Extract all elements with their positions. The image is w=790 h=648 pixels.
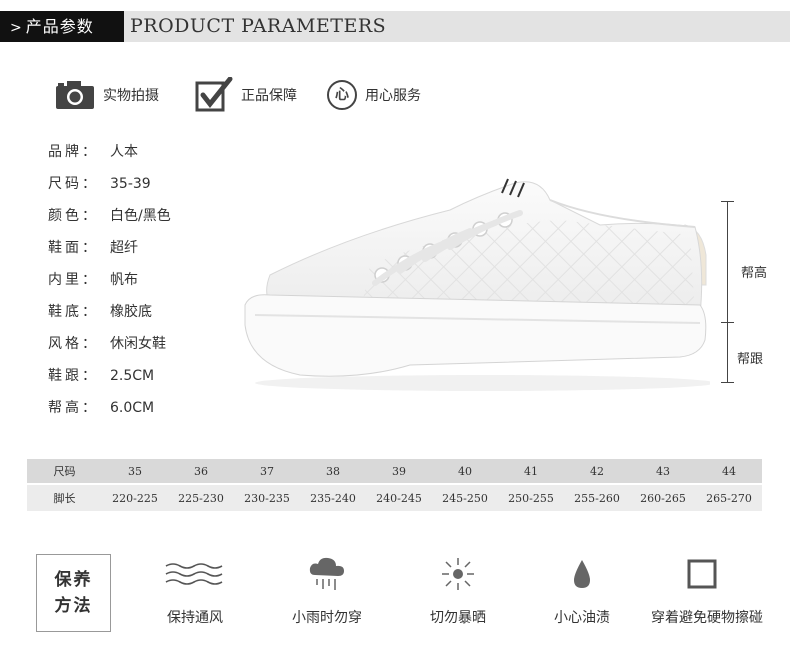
heel-label: 帮跟 [737, 352, 764, 367]
table-row: 脚长 220-225 225-230 230-235 235-240 240-2… [27, 485, 762, 511]
care-label: 切勿暴晒 [430, 610, 486, 626]
section-header: > 产品参数 PRODUCT PARAMETERS [0, 11, 790, 42]
care-item: 小心油渍 [522, 555, 642, 630]
checkmark-icon [195, 77, 233, 112]
param-row: 内里： 帆布 [48, 269, 138, 291]
param-key: 内里： [48, 272, 99, 288]
param-value: 人本 [110, 144, 138, 160]
care-title-line: 方法 [54, 596, 93, 616]
param-value: 休闲女鞋 [110, 336, 166, 352]
table-cell: 260-265 [640, 491, 686, 505]
table-cell: 265-270 [706, 491, 752, 505]
badge-label: 用心服务 [365, 88, 421, 104]
param-value: 帆布 [110, 272, 138, 288]
param-row: 鞋面： 超纤 [48, 237, 138, 259]
dimension-tick [721, 382, 734, 383]
badge-label: 实物拍摄 [103, 88, 159, 104]
badge-real-photo: 实物拍摄 [55, 78, 159, 112]
param-value: 白色/黑色 [110, 208, 171, 224]
chevron-right-icon: > [10, 20, 23, 36]
table-cell: 37 [260, 464, 274, 478]
param-key: 鞋跟： [48, 368, 99, 384]
table-cell: 235-240 [310, 491, 356, 505]
param-row: 尺码： 35-39 [48, 173, 151, 195]
badge-service: 心 用心服务 [327, 78, 421, 112]
param-row: 鞋底： 橡胶底 [48, 301, 152, 323]
dimension-tick [721, 322, 734, 323]
size-table: 尺码 35 36 37 38 39 40 41 42 43 44 脚长 220-… [27, 459, 762, 511]
param-key: 鞋底： [48, 304, 99, 320]
param-key: 鞋面： [48, 240, 99, 256]
table-cell: 41 [524, 464, 538, 478]
table-cell: 42 [590, 464, 604, 478]
table-row: 尺码 35 36 37 38 39 40 41 42 43 44 [27, 459, 762, 483]
table-cell: 39 [392, 464, 406, 478]
param-row: 鞋跟： 2.5CM [48, 365, 154, 387]
table-cell: 245-250 [442, 491, 488, 505]
table-cell: 44 [722, 464, 736, 478]
care-item: 小雨时勿穿 [267, 555, 387, 630]
dimension-line [727, 201, 728, 382]
param-row: 风格： 休闲女鞋 [48, 333, 166, 355]
table-cell: 220-225 [112, 491, 158, 505]
param-key: 尺码： [48, 176, 99, 192]
param-value: 6.0CM [110, 400, 155, 416]
table-cell: 230-235 [244, 491, 290, 505]
param-value: 2.5CM [110, 368, 155, 384]
param-value: 35-39 [110, 176, 151, 192]
param-row: 颜色： 白色/黑色 [48, 205, 171, 227]
section-title: PRODUCT PARAMETERS [130, 15, 387, 37]
table-cell: 255-260 [574, 491, 620, 505]
table-cell: 40 [458, 464, 472, 478]
care-item: 穿着避免硬物擦碰 [642, 555, 763, 630]
sun-icon [442, 558, 474, 590]
badge-genuine: 正品保障 [195, 77, 297, 112]
care-title-line: 保养 [54, 570, 93, 590]
upper-height-label: 帮高 [741, 266, 768, 281]
care-item: 保持通风 [135, 555, 255, 630]
heart-circle-icon: 心 [327, 80, 357, 110]
dimension-tick [721, 201, 734, 202]
param-value: 橡胶底 [110, 304, 152, 320]
section-tag: > 产品参数 [0, 11, 124, 42]
table-cell: 36 [194, 464, 208, 478]
care-label: 小雨时勿穿 [292, 610, 362, 626]
table-header-cell: 脚长 [53, 492, 76, 505]
badge-label: 正品保障 [241, 88, 297, 104]
product-shoe-image [244, 178, 710, 391]
table-cell: 225-230 [178, 491, 224, 505]
param-key: 风格： [48, 336, 99, 352]
care-title-box: 保养 方法 [36, 554, 111, 632]
table-cell: 35 [128, 464, 142, 478]
param-key: 品牌： [48, 144, 99, 160]
table-header-cell: 尺码 [53, 465, 76, 478]
param-value: 超纤 [110, 240, 138, 256]
rain-cloud-icon [309, 557, 344, 590]
oil-drop-icon [574, 560, 590, 588]
table-cell: 43 [656, 464, 670, 478]
section-tag-label: 产品参数 [25, 17, 94, 36]
care-label: 穿着避免硬物擦碰 [651, 610, 763, 626]
square-icon [687, 559, 717, 589]
param-row: 品牌： 人本 [48, 141, 138, 163]
table-cell: 250-255 [508, 491, 554, 505]
wind-waves-icon [165, 563, 223, 585]
care-item: 切勿暴晒 [398, 555, 518, 630]
param-key: 颜色： [48, 208, 99, 224]
param-key: 帮高： [48, 400, 99, 416]
table-cell: 38 [326, 464, 340, 478]
care-label: 保持通风 [167, 610, 223, 626]
table-cell: 240-245 [376, 491, 422, 505]
camera-icon [56, 81, 94, 109]
care-label: 小心油渍 [554, 610, 610, 626]
param-row: 帮高： 6.0CM [48, 397, 154, 419]
